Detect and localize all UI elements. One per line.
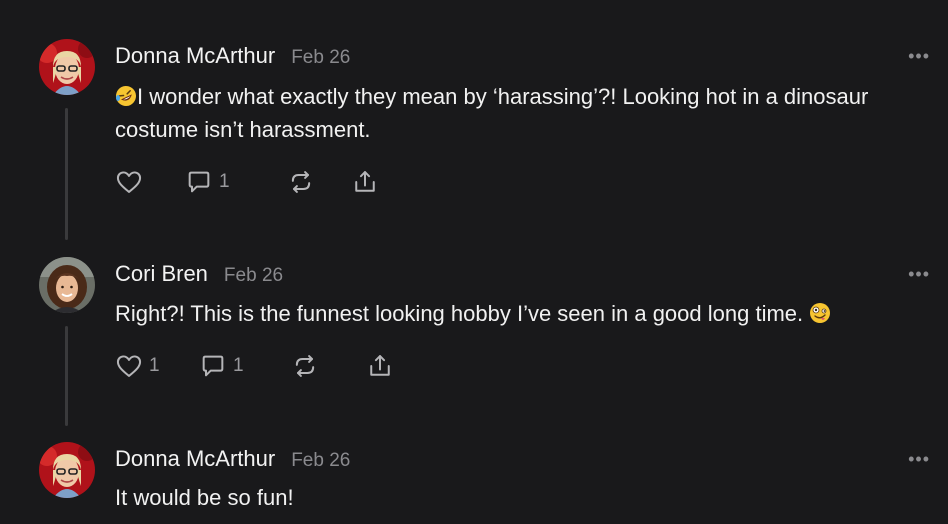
author-name[interactable]: Cori Bren bbox=[115, 261, 208, 287]
comment-date[interactable]: Feb 26 bbox=[224, 265, 283, 287]
comment-date[interactable]: Feb 26 bbox=[291, 47, 350, 69]
comment-actions: 1 bbox=[115, 168, 379, 196]
restack-icon bbox=[295, 355, 315, 377]
comment-meta: Cori Bren Feb 26 bbox=[115, 261, 283, 287]
comment-text: I wonder what exactly they mean by ‘hara… bbox=[115, 84, 869, 142]
like-count: 1 bbox=[149, 355, 160, 376]
donna-avatar-image bbox=[39, 442, 95, 498]
avatar-donna[interactable] bbox=[39, 442, 95, 498]
share-button[interactable] bbox=[366, 352, 394, 380]
avatar-cori[interactable] bbox=[39, 257, 95, 313]
reply-button[interactable]: 1 bbox=[199, 352, 291, 380]
thread-line bbox=[65, 108, 68, 240]
share-icon bbox=[370, 355, 390, 376]
share-button[interactable] bbox=[351, 168, 379, 196]
reply-count: 1 bbox=[233, 355, 244, 376]
reply-count: 1 bbox=[219, 171, 230, 192]
heart-icon bbox=[116, 171, 142, 193]
cori-avatar-image bbox=[39, 257, 95, 313]
comment-body: Right?! This is the funnest looking hobb… bbox=[115, 297, 905, 330]
more-options-button[interactable]: ••• bbox=[908, 46, 930, 67]
comment-bubble-icon bbox=[202, 355, 224, 377]
share-icon bbox=[355, 171, 375, 192]
reply-button[interactable]: 1 bbox=[185, 168, 287, 196]
rolling-on-floor-laughing-emoji-icon bbox=[116, 86, 136, 106]
author-name[interactable]: Donna McArthur bbox=[115, 43, 275, 69]
comment-meta: Donna McArthur Feb 26 bbox=[115, 446, 350, 472]
heart-icon bbox=[116, 355, 142, 377]
like-button[interactable] bbox=[115, 168, 185, 196]
comment-body: It would be so fun! bbox=[115, 481, 905, 514]
comment-text: It would be so fun! bbox=[115, 485, 294, 510]
comment-text: Right?! This is the funnest looking hobb… bbox=[115, 301, 804, 326]
comment-meta: Donna McArthur Feb 26 bbox=[115, 43, 350, 69]
comment-actions: 1 1 bbox=[115, 352, 394, 380]
like-button[interactable]: 1 bbox=[115, 352, 199, 380]
donna-avatar-image bbox=[39, 39, 95, 95]
author-name[interactable]: Donna McArthur bbox=[115, 446, 275, 472]
thread-line bbox=[65, 326, 68, 426]
comment-thread: Donna McArthur Feb 26 ••• I wonder what … bbox=[0, 0, 948, 524]
avatar-donna[interactable] bbox=[39, 39, 95, 95]
comment-bubble-icon bbox=[188, 171, 210, 193]
restack-button[interactable] bbox=[287, 168, 351, 196]
comment-body: I wonder what exactly they mean by ‘hara… bbox=[115, 80, 905, 146]
more-options-button[interactable]: ••• bbox=[908, 264, 930, 285]
restack-button[interactable] bbox=[291, 352, 366, 380]
restack-icon bbox=[291, 171, 311, 193]
zany-face-emoji-icon bbox=[810, 303, 831, 323]
comment-date[interactable]: Feb 26 bbox=[291, 450, 350, 472]
more-options-button[interactable]: ••• bbox=[908, 449, 930, 470]
